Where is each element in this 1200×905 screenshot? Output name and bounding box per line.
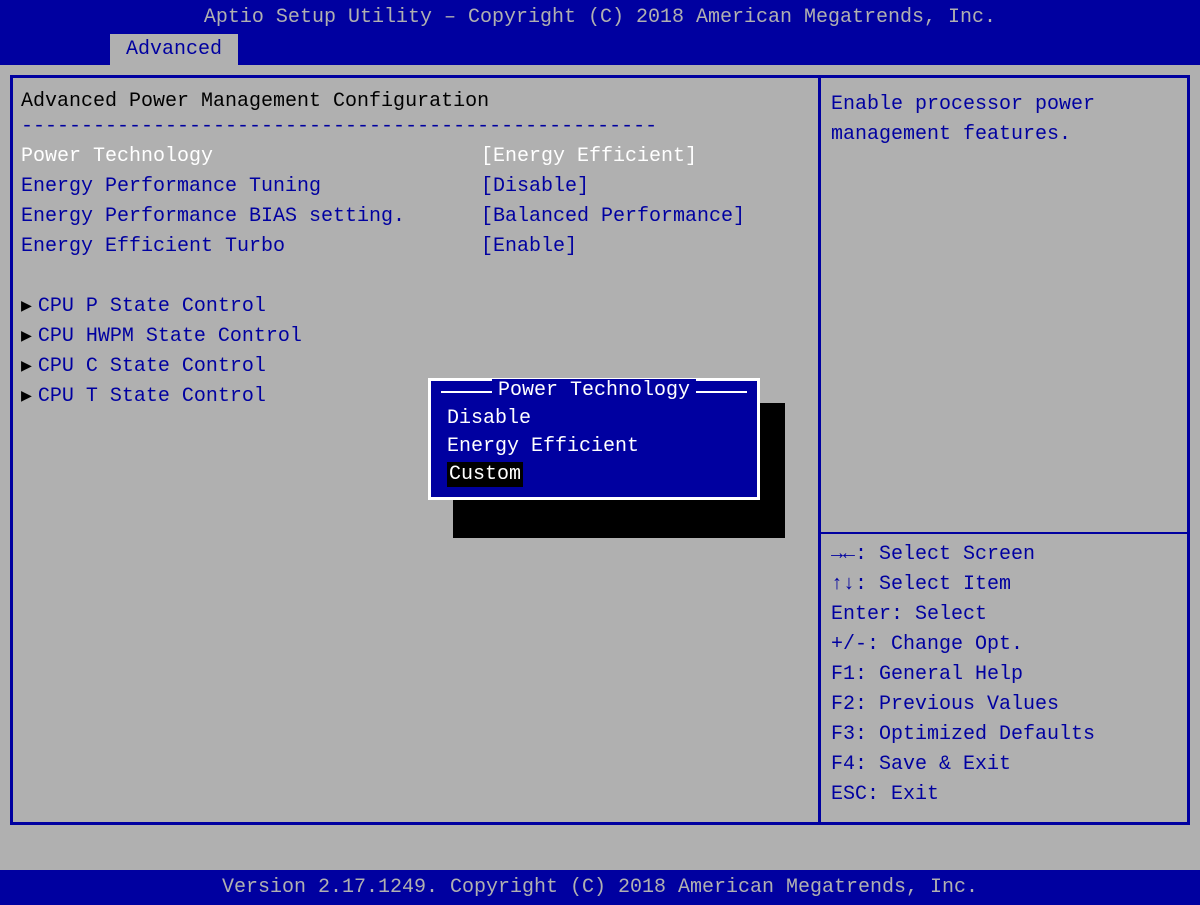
submenu-cpu-hwpm-state[interactable]: ▶ CPU HWPM State Control xyxy=(21,322,810,352)
footer-text: Version 2.17.1249. Copyright (C) 2018 Am… xyxy=(0,870,1200,905)
setting-power-technology[interactable]: Power Technology [Energy Efficient] xyxy=(21,142,810,172)
header-title: Aptio Setup Utility – Copyright (C) 2018… xyxy=(0,0,1200,35)
popup-title: Power Technology xyxy=(431,385,757,405)
content-area: Advanced Power Management Configuration … xyxy=(0,65,1200,835)
popup-power-technology: Power Technology Disable Energy Efficien… xyxy=(428,378,760,500)
setting-value: [Enable] xyxy=(481,232,577,262)
shortcut-select-item: ↑↓: Select Item xyxy=(831,570,1177,600)
submenu-label: CPU P State Control xyxy=(38,292,266,322)
tab-advanced[interactable]: Advanced xyxy=(110,34,238,65)
shortcut-previous-values: F2: Previous Values xyxy=(831,690,1177,720)
shortcut-select: Enter: Select xyxy=(831,600,1177,630)
spacer xyxy=(21,262,810,292)
divider: ----------------------------------------… xyxy=(21,115,810,138)
shortcut-select-screen: →←: Select Screen xyxy=(831,540,1177,570)
chevron-right-icon: ▶ xyxy=(21,352,32,382)
divider xyxy=(821,532,1187,534)
setting-label: Energy Performance Tuning xyxy=(21,172,481,202)
setting-label: Power Technology xyxy=(21,142,481,172)
tab-bar: Advanced xyxy=(0,35,1200,65)
shortcut-change-opt: +/-: Change Opt. xyxy=(831,630,1177,660)
setting-energy-perf-bias[interactable]: Energy Performance BIAS setting. [Balanc… xyxy=(21,202,810,232)
submenu-label: CPU T State Control xyxy=(38,382,266,412)
popup-option-energy-efficient[interactable]: Energy Efficient xyxy=(431,433,757,461)
help-panel: Enable processor power management featur… xyxy=(818,75,1190,825)
popup-title-text: Power Technology xyxy=(492,379,696,402)
setting-energy-perf-tuning[interactable]: Energy Performance Tuning [Disable] xyxy=(21,172,810,202)
chevron-right-icon: ▶ xyxy=(21,292,32,322)
section-title: Advanced Power Management Configuration xyxy=(21,90,810,113)
setting-label: Energy Performance BIAS setting. xyxy=(21,202,481,232)
chevron-right-icon: ▶ xyxy=(21,322,32,352)
help-text: Enable processor power management featur… xyxy=(831,90,1177,150)
setting-label: Energy Efficient Turbo xyxy=(21,232,481,262)
popup-option-custom[interactable]: Custom xyxy=(431,461,757,489)
setting-energy-efficient-turbo[interactable]: Energy Efficient Turbo [Enable] xyxy=(21,232,810,262)
shortcut-exit: ESC: Exit xyxy=(831,780,1177,810)
main-panel: Advanced Power Management Configuration … xyxy=(10,75,818,825)
submenu-cpu-p-state[interactable]: ▶ CPU P State Control xyxy=(21,292,810,322)
popup-option-disable[interactable]: Disable xyxy=(431,405,757,433)
setting-value: [Balanced Performance] xyxy=(481,202,745,232)
submenu-label: CPU C State Control xyxy=(38,352,266,382)
setting-value: [Disable] xyxy=(481,172,589,202)
shortcut-save-exit: F4: Save & Exit xyxy=(831,750,1177,780)
shortcut-optimized-defaults: F3: Optimized Defaults xyxy=(831,720,1177,750)
shortcuts-panel: →←: Select Screen ↑↓: Select Item Enter:… xyxy=(831,526,1177,810)
shortcut-general-help: F1: General Help xyxy=(831,660,1177,690)
setting-value: [Energy Efficient] xyxy=(481,142,697,172)
submenu-label: CPU HWPM State Control xyxy=(38,322,302,352)
chevron-right-icon: ▶ xyxy=(21,382,32,412)
